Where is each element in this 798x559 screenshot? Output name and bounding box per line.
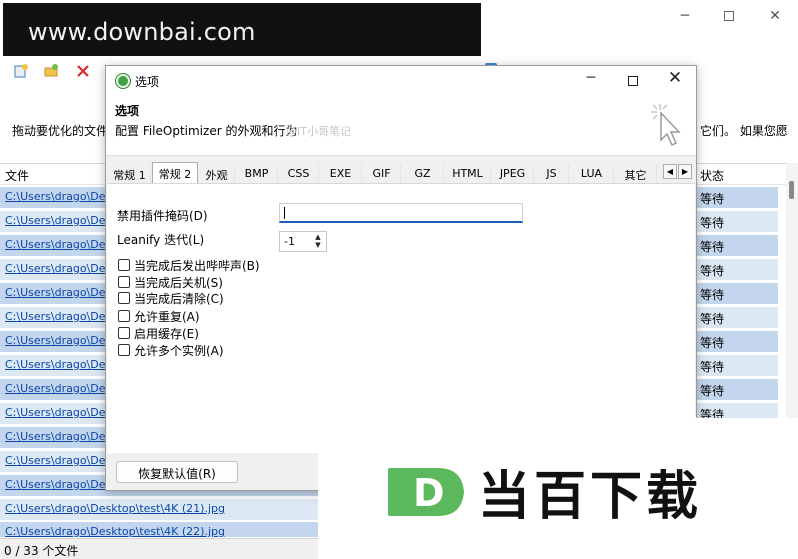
file-path[interactable]: C:\Users\drago\Desk [5,406,118,419]
tab-css[interactable]: CSS [279,164,319,184]
tab-scroll-right-button[interactable]: ▶ [678,164,692,179]
drop-hint-text-tail: 它们。 如果您愿 [700,124,788,138]
tab-appearance[interactable]: 外观 [199,164,235,184]
watermark-text: www.downbai.com [28,18,256,46]
text-caret [284,206,285,219]
leanify-iterations-stepper[interactable]: -1 ▲ ▼ [279,231,327,252]
disable-plugin-mask-input[interactable] [279,203,523,223]
scrollbar-thumb[interactable] [789,181,794,199]
file-path[interactable]: C:\Users\drago\Desk [5,286,118,299]
brand-watermark: D 当百下载 [318,418,798,559]
file-status: 等待 [700,288,725,302]
checkbox-box[interactable] [118,259,130,271]
file-path[interactable]: C:\Users\drago\Desktop\test\4K (22).jpg [5,525,225,537]
file-status: 等待 [700,312,725,326]
leanify-iterations-label: Leanify 迭代(L) [117,233,205,247]
tab-general-2[interactable]: 常规 2 [152,162,198,184]
column-status-header[interactable]: 状态 [700,167,724,184]
dialog-title: 选项 [135,75,160,89]
subtitle-watermark: @IT小哥笔记 [286,125,351,138]
column-file-header[interactable]: 文件 [5,167,29,184]
file-path[interactable]: C:\Users\drago\Desk [5,238,118,251]
stepper-down-icon[interactable]: ▼ [312,241,324,250]
minimize-button[interactable]: ─ [662,4,708,28]
brand-logo: D [388,468,464,516]
restore-defaults-button[interactable]: 恢复默认值(R) [116,461,238,483]
checkbox-label: 允许重复(A) [134,310,200,324]
checkbox-box[interactable] [118,327,130,339]
file-path[interactable]: C:\Users\drago\Desktop\test\4K (21).jpg [5,502,225,515]
file-status: 等待 [700,360,725,374]
file-path[interactable]: C:\Users\drago\Desk [5,262,118,275]
file-status: 等待 [700,264,725,278]
file-path[interactable]: C:\Users\drago\Desk [5,190,118,203]
tab-bmp[interactable]: BMP [236,164,278,184]
file-status: 等待 [700,216,725,230]
dialog-close-button[interactable]: ✕ [658,68,692,90]
tab-jpeg[interactable]: JPEG [492,164,534,184]
checkbox-box[interactable] [118,310,130,322]
tab-html[interactable]: HTML [445,164,491,184]
file-status: 等待 [700,240,725,254]
dialog-heading: 选项 [115,104,140,118]
dialog-header: 选项 配置 FileOptimizer 的外观和行为 @IT小哥笔记 [106,96,696,156]
brand-name: 当百下载 [478,467,703,527]
checkbox-label: 当完成后发出哔哔声(B) [134,259,260,273]
file-path[interactable]: C:\Users\drago\Desk [5,382,118,395]
checkbox-label: 允许多个实例(A) [134,344,224,358]
add-folder-icon[interactable] [44,64,58,78]
file-status: 等待 [700,384,725,398]
options-tabs: 常规 1 常规 2 外观 BMP CSS EXE GIF GZ HTML JPE… [107,162,695,184]
tab-gif[interactable]: GIF [363,164,401,184]
file-status: 等待 [700,192,725,206]
cursor-click-icon [651,104,681,147]
file-count-text: 0 / 33 个文件 [4,544,79,558]
tab-lua[interactable]: LUA [570,164,614,184]
checkbox-label: 当完成后清除(C) [134,292,224,306]
dialog-title-bar: 选项 ─ ✕ [106,66,696,96]
tab-gz[interactable]: GZ [402,164,444,184]
tab-exe[interactable]: EXE [320,164,362,184]
tab-other[interactable]: 其它 [615,164,657,184]
disable-plugin-mask-label: 禁用插件掩码(D) [117,209,208,223]
file-path[interactable]: C:\Users\drago\Desk [5,478,118,491]
file-path[interactable]: C:\Users\drago\Desk [5,454,118,467]
watermark-banner: www.downbai.com [3,3,481,63]
dialog-minimize-button[interactable]: ─ [574,70,608,92]
brand-logo-letter: D [413,471,445,515]
dialog-maximize-button[interactable] [616,70,650,92]
tab-scroll-left-button[interactable]: ◀ [663,164,677,179]
leanify-iterations-value: -1 [284,235,295,248]
app-icon [116,74,130,88]
file-path[interactable]: C:\Users\drago\Desk [5,358,118,371]
drop-hint-text: 拖动要优化的文件 [12,124,109,138]
file-path[interactable]: C:\Users\drago\Desk [5,214,118,227]
checkbox-label: 当完成后关机(S) [134,276,223,290]
checkbox-box[interactable] [118,344,130,356]
file-path[interactable]: C:\Users\drago\Desk [5,430,118,443]
file-path[interactable]: C:\Users\drago\Desk [5,334,118,347]
dialog-subtitle: 配置 FileOptimizer 的外观和行为 [115,124,298,138]
checkbox-box[interactable] [118,276,130,288]
close-button[interactable]: ✕ [752,4,798,28]
checkbox-label: 启用缓存(E) [134,327,199,341]
tab-js[interactable]: JS [535,164,569,184]
maximize-icon [628,76,638,86]
remove-icon[interactable] [76,64,90,78]
tab-general-1[interactable]: 常规 1 [109,164,151,184]
file-path[interactable]: C:\Users\drago\Desk [5,310,118,323]
maximize-button[interactable] [706,4,752,28]
checkbox-box[interactable] [118,292,130,304]
add-files-icon[interactable] [14,64,28,78]
file-status: 等待 [700,336,725,350]
